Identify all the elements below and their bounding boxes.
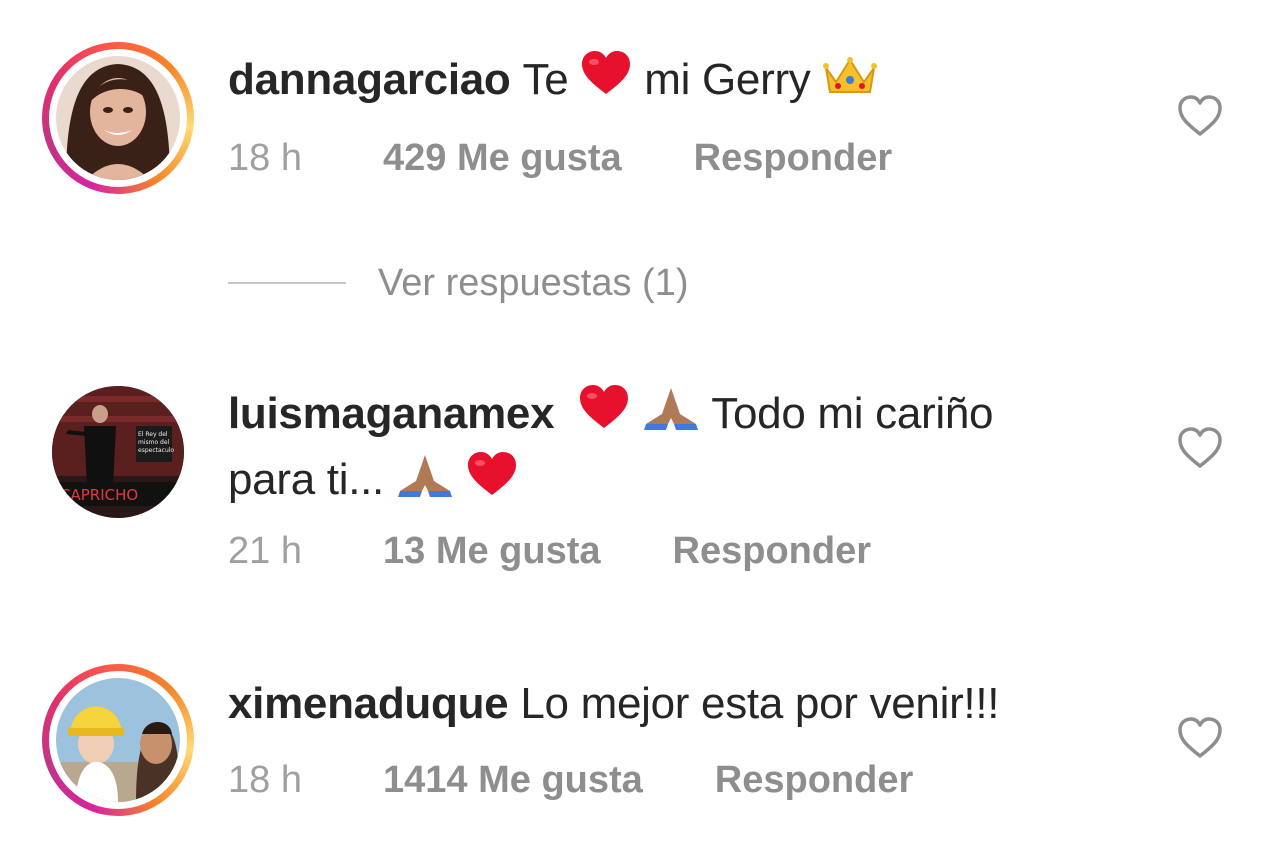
crown-emoji [822, 50, 878, 114]
reply-button[interactable]: Responder [673, 530, 871, 573]
svg-text:espectaculo: espectaculo [138, 447, 174, 454]
replies-divider [228, 282, 346, 284]
comment-meta: 18 h 429 Me gusta Responder [228, 137, 892, 180]
avatar[interactable] [42, 42, 194, 194]
avatar[interactable] [42, 664, 194, 816]
comment-body: Te [522, 55, 569, 104]
reply-button[interactable]: Responder [715, 759, 913, 802]
comment-body-2: mi Gerry [644, 55, 811, 104]
comment-body: Lo mejor esta por venir!!! [520, 679, 1000, 728]
comment-meta: 18 h 1414 Me gusta Responder [228, 759, 913, 802]
timestamp: 18 h [228, 759, 302, 801]
folded-hands-emoji [396, 451, 454, 515]
avatar[interactable]: El Rey del mismo del espectaculo CAPRICH… [52, 386, 184, 518]
timestamp: 18 h [228, 137, 302, 179]
avatar-caption: CAPRICHO [60, 486, 138, 504]
avatar-photo [56, 678, 180, 802]
comment-body-2: para ti... [228, 455, 384, 505]
likes-count[interactable]: 1414 Me gusta [383, 759, 643, 802]
username[interactable]: dannagarciao [228, 55, 511, 104]
comment-text: dannagarciao Te mi Gerry [228, 48, 1128, 114]
likes-count[interactable]: 13 Me gusta [383, 530, 601, 573]
like-heart-icon[interactable] [1176, 714, 1224, 762]
red-heart-emoji [466, 451, 518, 515]
username[interactable]: luismaganamex [228, 389, 555, 438]
like-heart-icon[interactable] [1176, 92, 1224, 140]
like-heart-icon[interactable] [1176, 424, 1224, 472]
likes-count[interactable]: 429 Me gusta [383, 137, 622, 180]
comment-body: Todo mi cariño [711, 389, 994, 438]
red-heart-emoji [580, 50, 632, 114]
comment-meta: 21 h 13 Me gusta Responder [228, 530, 871, 573]
avatar-photo [56, 56, 180, 180]
svg-text:El Rey del: El Rey del [138, 431, 168, 438]
view-replies-label[interactable]: Ver respuestas (1) [378, 262, 688, 305]
timestamp: 21 h [228, 530, 302, 572]
comment-text: luismaganamex Todo mi cariño para ti... [228, 382, 1128, 515]
comment-text: ximenaduque Lo mejor esta por venir!!! [228, 672, 1128, 736]
username[interactable]: ximenaduque [228, 679, 509, 728]
folded-hands-emoji [642, 384, 700, 448]
avatar-photo: El Rey del mismo del espectaculo CAPRICH… [52, 386, 184, 518]
red-heart-emoji [578, 384, 630, 448]
svg-text:mismo del: mismo del [138, 439, 170, 446]
reply-button[interactable]: Responder [694, 137, 892, 180]
